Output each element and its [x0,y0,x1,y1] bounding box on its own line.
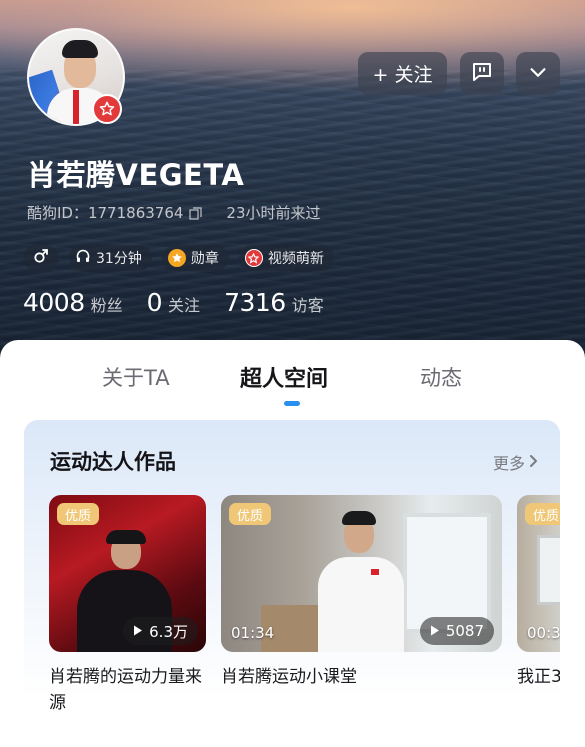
following-count[interactable]: 0 [147,288,163,317]
medal-tag[interactable]: 勋章 [161,245,229,271]
fans-label[interactable]: 粉丝 [91,292,123,316]
video-title[interactable]: 肖若腾的运动力量来源 [49,664,214,716]
sports-works-card: 运动达人作品 更多 优质 6.3万 肖若腾的运动力量来源 优质 01:34 50… [24,420,560,747]
section-title: 运动达人作品 [50,450,176,474]
video-thumbnail[interactable]: 优质 00:3 [517,495,560,652]
video-badge-icon [244,249,263,267]
play-count-value: 5087 [445,622,484,640]
tab-superman-space[interactable]: 超人空间 [240,361,328,393]
male-icon [33,248,49,268]
follow-button[interactable]: + 关注 [358,52,447,95]
video-duration: 01:34 [231,624,275,642]
profile-tabs: 关于TA 超人空间 动态 [0,340,585,410]
video-newbie-tag[interactable]: 视频萌新 [238,245,334,271]
more-options-button[interactable] [516,52,560,95]
tab-about[interactable]: 关于TA [102,362,170,392]
quality-badge: 优质 [525,503,560,525]
active-tab-indicator [284,401,300,406]
more-label: 更多 [492,454,525,473]
visitors-label[interactable]: 访客 [292,292,324,316]
profile-stats: 4008 粉丝 0 关注 7316 访客 [23,288,348,317]
follow-button-label: + 关注 [372,64,433,86]
video-duration: 00:3 [527,624,560,642]
fans-count[interactable]: 4008 [23,288,85,317]
chat-icon [470,60,494,88]
quality-badge: 优质 [57,503,100,525]
profile-id-line: 酷狗ID：1771863764 23小时前来过 [27,202,321,223]
message-button[interactable] [460,52,504,95]
last-seen: 23小时前来过 [226,204,321,222]
more-link[interactable]: 更多 [493,450,538,474]
video-thumbnail[interactable]: 优质 01:34 5087 [221,495,502,652]
video-thumbnail[interactable]: 优质 6.3万 [49,495,206,652]
content-sheet: 关于TA 超人空间 动态 运动达人作品 更多 优质 6.3万 肖若腾的运动力量来… [0,340,585,747]
video-title[interactable]: 肖若腾运动小课堂 [221,664,511,690]
medal-icon [167,249,186,267]
video-newbie-label: 视频萌新 [267,251,324,267]
tab-dynamics[interactable]: 动态 [420,362,462,392]
gender-tag [23,245,59,271]
headphones-icon [75,248,91,268]
play-count: 5087 [419,617,494,645]
following-label[interactable]: 关注 [168,292,200,316]
play-count: 6.3万 [123,617,198,645]
copy-icon[interactable] [189,206,203,220]
play-icon [133,622,143,640]
video-title[interactable]: 我正3 [517,664,560,690]
listen-time-tag[interactable]: 31分钟 [69,245,152,271]
chevron-right-icon [528,453,538,472]
play-count-value: 6.3万 [149,622,188,641]
medal-label: 勋章 [190,251,219,267]
visitors-count[interactable]: 7316 [224,288,286,317]
window [403,513,491,633]
quality-badge: 优质 [229,503,272,525]
listen-time-label: 31分钟 [96,251,142,267]
kugou-id: 酷狗ID：1771863764 [27,204,184,222]
profile-tags: 31分钟 勋章 视频萌新 [23,245,334,271]
chevron-down-icon [527,61,549,87]
play-icon [430,622,440,640]
profile-name: 肖若腾VEGETA [27,158,245,192]
star-badge-icon [92,94,122,124]
